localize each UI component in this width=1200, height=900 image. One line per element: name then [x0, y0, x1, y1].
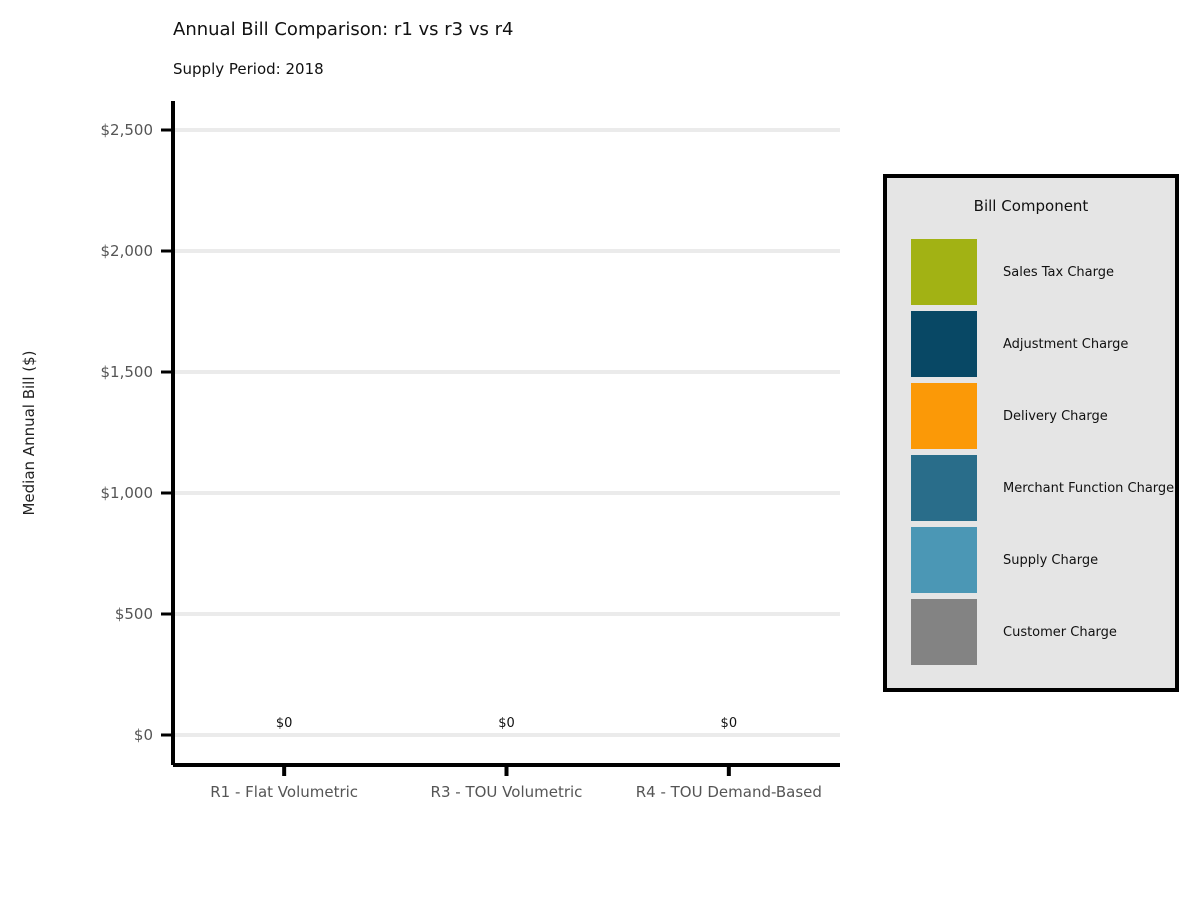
y-tick-label: $1,500 [101, 363, 154, 381]
legend-label: Customer Charge [1003, 625, 1117, 640]
y-tick-label: $2,000 [101, 242, 154, 260]
legend-swatch [911, 311, 977, 377]
legend-swatch [911, 239, 977, 305]
legend: Bill Component Sales Tax Charge Adjustmen… [883, 174, 1179, 692]
legend-swatch [911, 383, 977, 449]
y-tick-label: $1,000 [101, 484, 154, 502]
data-label: $0 [498, 716, 515, 731]
axis-layer: $0 $500 $1,000 $1,500 $2,000 $2,500 R1 - Flat … [101, 101, 840, 801]
label-layer: $0 $0 $0 [276, 716, 737, 731]
chart-subtitle: Supply Period: 2018 [173, 60, 324, 78]
chart: Annual Bill Comparison: r1 vs r3 vs r4 S… [20, 19, 1179, 801]
legend-swatch [911, 455, 977, 521]
x-tick-label: R3 - TOU Volumetric [431, 783, 583, 801]
legend-label: Sales Tax Charge [1003, 265, 1114, 280]
legend-label: Adjustment Charge [1003, 337, 1128, 352]
y-axis-label: Median Annual Bill ($) [20, 350, 38, 515]
legend-title: Bill Component [974, 197, 1089, 215]
data-label: $0 [276, 716, 293, 731]
y-tick-label: $500 [115, 605, 153, 623]
chart-title: Annual Bill Comparison: r1 vs r3 vs r4 [173, 19, 513, 40]
y-tick-label: $0 [134, 726, 153, 744]
data-label: $0 [721, 716, 738, 731]
x-tick-label: R4 - TOU Demand-Based [636, 783, 822, 801]
legend-swatch [911, 599, 977, 665]
legend-label: Supply Charge [1003, 553, 1098, 568]
y-tick-label: $2,500 [101, 121, 154, 139]
grid-layer [173, 128, 840, 737]
legend-swatch [911, 527, 977, 593]
x-tick-label: R1 - Flat Volumetric [210, 783, 358, 801]
legend-label: Merchant Function Charge [1003, 481, 1174, 496]
legend-label: Delivery Charge [1003, 409, 1108, 424]
